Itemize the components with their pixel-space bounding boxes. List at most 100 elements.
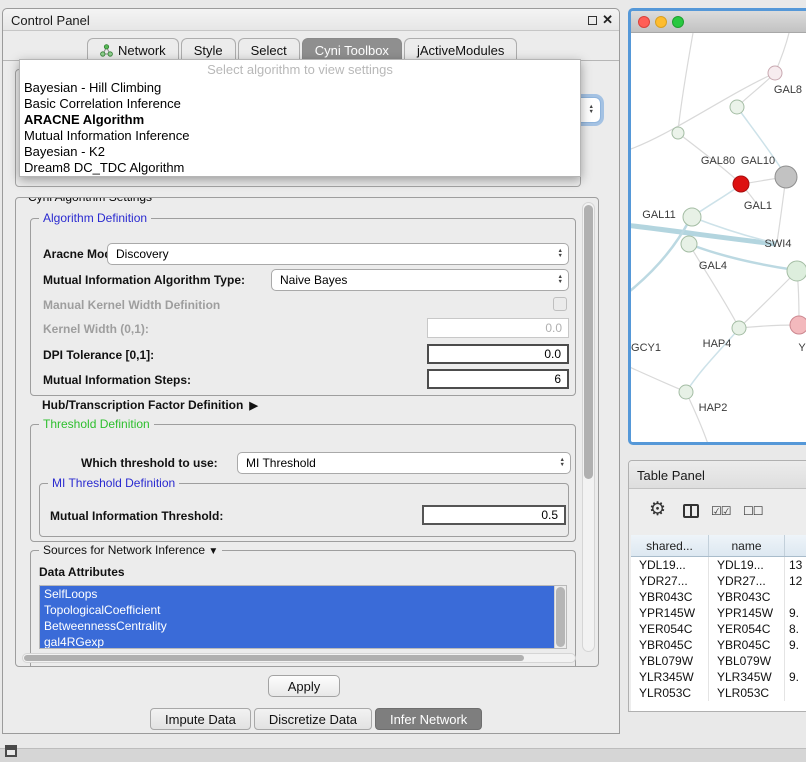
network-node[interactable] <box>733 176 749 192</box>
network-node-label: GAL80 <box>701 155 735 167</box>
table-row[interactable]: YDR27...YDR27...12 <box>631 573 806 589</box>
table-row[interactable]: YDL19...YDL19...13 <box>631 557 806 573</box>
manual-kernel-checkbox[interactable] <box>553 297 567 311</box>
cyni-algorithm-settings-group: Cyni Algorithm Settings Algorithm Defini… <box>15 197 599 667</box>
attribute-item[interactable]: SelfLoops <box>40 586 554 602</box>
settings-horizontal-scrollbar[interactable] <box>22 653 576 663</box>
column-header-shared-name[interactable]: shared... <box>631 535 709 556</box>
tab-style[interactable]: Style <box>181 38 236 61</box>
table-cell: 9. <box>785 605 806 621</box>
table-cell: YBR045C <box>709 637 785 653</box>
table-cell <box>785 685 806 701</box>
network-node[interactable] <box>768 66 782 80</box>
apply-button[interactable]: Apply <box>268 675 340 697</box>
select-all-checkboxes-icon[interactable]: ☑☑ <box>711 504 731 518</box>
close-traffic-light-icon[interactable] <box>638 16 650 28</box>
table-panel-window: Table Panel ⚙ ☑☑ ☐☐ shared... name YDL19… <box>628 460 806 712</box>
network-node[interactable] <box>790 316 806 334</box>
attributes-scrollbar[interactable] <box>554 586 566 648</box>
table-cell: 13 <box>785 557 806 573</box>
mi-threshold-field[interactable]: 0.5 <box>422 505 566 525</box>
attribute-item[interactable]: BetweennessCentrality <box>40 618 554 634</box>
table-row[interactable]: YPR145WYPR145W9. <box>631 605 806 621</box>
combo-arrows-icon: ▲▼ <box>589 105 594 115</box>
mi-type-label: Mutual Information Algorithm Type: <box>43 273 245 287</box>
dropdown-item[interactable]: Mutual Information Inference <box>20 128 580 144</box>
hub-definition-expander[interactable]: Hub/Transcription Factor Definition▶ <box>42 398 258 412</box>
algorithm-dropdown-list: Select algorithm to view settings Bayesi… <box>19 59 581 177</box>
table-cell: YER054C <box>631 621 709 637</box>
column-header[interactable] <box>785 535 806 556</box>
table-row[interactable]: YBR045CYBR045C9. <box>631 637 806 653</box>
table-row[interactable]: YLR053CYLR053C <box>631 685 806 701</box>
float-window-icon[interactable] <box>588 16 597 25</box>
table-panel-title: Table Panel <box>637 468 705 483</box>
column-header-name[interactable]: name <box>709 535 785 556</box>
network-node[interactable] <box>732 321 746 335</box>
tab-select[interactable]: Select <box>238 38 300 61</box>
attribute-item[interactable]: TopologicalCoefficient <box>40 602 554 618</box>
table-row[interactable]: YLR345WYLR345W9. <box>631 669 806 685</box>
columns-icon[interactable] <box>683 504 699 518</box>
network-window-titlebar <box>631 11 806 33</box>
mi-type-combo[interactable]: Naive Bayes ▲▼ <box>271 269 569 291</box>
network-edge <box>686 392 709 445</box>
network-node-label: HAP2 <box>699 402 728 414</box>
tab-network[interactable]: Network <box>87 38 179 61</box>
minimize-traffic-light-icon[interactable] <box>655 16 667 28</box>
network-node[interactable] <box>681 236 697 252</box>
aracne-mode-combo[interactable]: Discovery ▲▼ <box>107 243 569 265</box>
network-edge <box>631 225 776 244</box>
tab-impute-data[interactable]: Impute Data <box>150 708 251 730</box>
sources-group-title[interactable]: Sources for Network Inference ▼ <box>39 543 222 557</box>
zoom-traffic-light-icon[interactable] <box>672 16 684 28</box>
tab-discretize-data[interactable]: Discretize Data <box>254 708 372 730</box>
kernel-width-field[interactable]: 0.0 <box>427 318 569 338</box>
tab-label: Select <box>251 43 287 58</box>
scrollbar-thumb[interactable] <box>556 587 565 647</box>
combo-value: MI Threshold <box>246 456 316 470</box>
scrollbar-thumb[interactable] <box>584 205 593 479</box>
network-node-label: GAL8 <box>774 84 802 96</box>
sources-group: Sources for Network Inference ▼ Data Att… <box>30 550 576 667</box>
dropdown-item-selected[interactable]: ARACNE Algorithm <box>20 112 580 128</box>
gear-icon[interactable]: ⚙ <box>649 498 666 521</box>
table-cell: YLR345W <box>709 669 785 685</box>
table-cell: 9. <box>785 637 806 653</box>
tab-jactivemodules[interactable]: jActiveModules <box>404 38 517 61</box>
show-panel-icon[interactable] <box>5 745 17 757</box>
table-row[interactable]: YBL079WYBL079W <box>631 653 806 669</box>
dpi-tolerance-field[interactable]: 0.0 <box>427 344 569 364</box>
network-node[interactable] <box>787 261 806 281</box>
table-row[interactable]: YER054CYER054C8. <box>631 621 806 637</box>
network-node[interactable] <box>775 166 797 188</box>
network-node[interactable] <box>672 127 684 139</box>
tab-label: jActiveModules <box>417 43 504 58</box>
settings-vertical-scrollbar[interactable] <box>582 202 595 652</box>
network-edge <box>739 325 797 328</box>
collapse-down-icon: ▼ <box>208 546 218 557</box>
close-icon[interactable]: ✕ <box>602 12 613 28</box>
scrollbar-thumb[interactable] <box>24 655 524 661</box>
tab-infer-network[interactable]: Infer Network <box>375 708 482 730</box>
tab-cyni-toolbox[interactable]: Cyni Toolbox <box>302 38 402 61</box>
dropdown-item[interactable]: Bayesian - K2 <box>20 144 580 160</box>
tab-bar: Network Style Select Cyni Toolbox jActiv… <box>87 38 517 61</box>
network-edge <box>739 273 795 328</box>
mi-steps-field[interactable]: 6 <box>427 369 569 389</box>
attribute-item[interactable]: gal4RGexp <box>40 634 554 649</box>
network-node[interactable] <box>683 208 701 226</box>
network-node[interactable] <box>679 385 693 399</box>
network-node[interactable] <box>730 100 744 114</box>
bottom-tab-bar: Impute Data Discretize Data Infer Networ… <box>150 708 482 730</box>
network-canvas[interactable]: GAL8GAL80GAL10GAL11GAL1SWI4GAL4GCY1HAP4H… <box>631 33 806 442</box>
attribute-table: shared... name YDL19...YDL19...13YDR27..… <box>631 535 806 711</box>
dropdown-item[interactable]: Dream8 DC_TDC Algorithm <box>20 160 580 176</box>
dropdown-item[interactable]: Basic Correlation Inference <box>20 96 580 112</box>
dropdown-item[interactable]: Bayesian - Hill Climbing <box>20 80 580 96</box>
combo-arrows-icon: ▲▼ <box>558 249 563 259</box>
dpi-tolerance-label: DPI Tolerance [0,1]: <box>43 348 154 362</box>
table-row[interactable]: YBR043CYBR043C <box>631 589 806 605</box>
deselect-all-checkboxes-icon[interactable]: ☐☐ <box>743 504 763 518</box>
which-threshold-combo[interactable]: MI Threshold ▲▼ <box>237 452 571 474</box>
